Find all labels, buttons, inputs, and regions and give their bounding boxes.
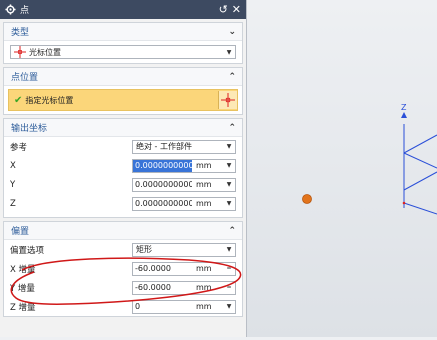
offset-header[interactable]: 偏置 ⌃ (4, 222, 242, 240)
dialog-title: 点 (20, 6, 30, 16)
crosshair-icon (221, 93, 235, 107)
x-value[interactable]: 0.0000000000 (133, 159, 192, 172)
point-marker[interactable] (302, 194, 312, 204)
dropdown-arrow-icon[interactable]: ▼ (223, 181, 235, 188)
z-delta-label: Z 增量 (10, 302, 36, 313)
z-value[interactable]: 0.0000000000 (133, 198, 192, 210)
reference-row: 参考 绝对 - 工作部件 ▼ (4, 137, 242, 156)
offset-section: 偏置 ⌃ 偏置选项 矩形 ▼ X 增量 -60.0000 mm ═ Y 增量 -… (3, 221, 243, 317)
x-unit: mm (196, 161, 212, 170)
axis-z-label: Z (401, 103, 407, 112)
dropdown-arrow-icon[interactable]: ▼ (223, 200, 235, 207)
offset-option-dropdown[interactable]: 矩形 ▼ (132, 242, 236, 257)
y-field[interactable]: 0.0000000000 mm ▼ (132, 177, 236, 192)
type-section-title: 类型 (11, 28, 30, 38)
type-section-header[interactable]: 类型 ⌄ (4, 23, 242, 41)
x-delta-field[interactable]: -60.0000 mm ═ (132, 261, 236, 276)
datum-csys[interactable] (401, 112, 437, 215)
dropdown-arrow-icon: ▼ (226, 246, 232, 253)
point-dialog: 点 ↺ ✕ 类型 ⌄ 光标位置 ▼ 点位置 ⌃ ✔ 指定光标位置 输出坐标 ⌃ … (0, 0, 247, 337)
x-label: X (10, 160, 16, 171)
type-dropdown-value: 光标位置 (29, 47, 61, 57)
cursor-point-icon (14, 46, 26, 58)
dialog-titlebar: 点 ↺ ✕ (0, 0, 246, 19)
x-delta-unit: mm (196, 264, 212, 273)
point-location-title: 点位置 (11, 73, 39, 83)
y-delta-label: Y 增量 (10, 283, 35, 294)
output-coordinates-section: 输出坐标 ⌃ 参考 绝对 - 工作部件 ▼ X 0.0000000000 mm … (3, 118, 243, 218)
x-row: X 0.0000000000 mm ▼ (4, 156, 242, 175)
z-unit: mm (196, 199, 212, 208)
z-label: Z (10, 198, 16, 209)
viewport-canvas: Z (302, 103, 437, 215)
x-delta-row: X 增量 -60.0000 mm ═ (4, 259, 242, 278)
y-delta-unit: mm (196, 283, 212, 292)
output-coordinates-header[interactable]: 输出坐标 ⌃ (4, 119, 242, 137)
dropdown-arrow-icon: ▼ (226, 143, 232, 150)
equals-icon[interactable]: ═ (223, 265, 235, 272)
reference-dropdown[interactable]: 绝对 - 工作部件 ▼ (132, 139, 236, 154)
y-row: Y 0.0000000000 mm ▼ (4, 175, 242, 194)
y-unit: mm (196, 180, 212, 189)
type-dropdown[interactable]: 光标位置 ▼ (10, 45, 236, 59)
graphics-viewport[interactable]: Z (247, 0, 437, 337)
point-location-header[interactable]: 点位置 ⌃ (4, 68, 242, 86)
point-picker-button[interactable] (218, 91, 237, 109)
x-delta-value[interactable]: -60.0000 (133, 263, 192, 275)
chevron-down-icon[interactable]: ⌄ (228, 27, 236, 37)
chevron-up-icon[interactable]: ⌃ (228, 226, 236, 236)
z-delta-row: Z 增量 0 mm ▼ (4, 297, 242, 316)
close-icon[interactable]: ✕ (232, 4, 241, 15)
reset-icon[interactable]: ↺ (219, 4, 228, 15)
output-coordinates-title: 输出坐标 (11, 124, 48, 134)
specify-cursor-location[interactable]: ✔ 指定光标位置 (8, 89, 238, 111)
chevron-up-icon[interactable]: ⌃ (228, 123, 236, 133)
offset-title: 偏置 (11, 227, 30, 237)
offset-option-row: 偏置选项 矩形 ▼ (4, 240, 242, 259)
equals-icon[interactable]: ═ (223, 284, 235, 291)
y-delta-row: Y 增量 -60.0000 mm ═ (4, 278, 242, 297)
x-field[interactable]: 0.0000000000 mm ▼ (132, 158, 236, 173)
chevron-up-icon[interactable]: ⌃ (228, 72, 236, 82)
y-label: Y (10, 179, 16, 190)
gear-icon (5, 4, 16, 15)
z-delta-unit: mm (196, 302, 212, 311)
reference-label: 参考 (10, 142, 28, 153)
z-field[interactable]: 0.0000000000 mm ▼ (132, 196, 236, 211)
specify-cursor-label: 指定光标位置 (25, 95, 74, 105)
z-delta-value[interactable]: 0 (133, 301, 192, 313)
z-row: Z 0.0000000000 mm ▼ (4, 194, 242, 213)
y-delta-field[interactable]: -60.0000 mm ═ (132, 280, 236, 295)
offset-option-value: 矩形 (136, 245, 152, 254)
y-value[interactable]: 0.0000000000 (133, 179, 192, 191)
dropdown-arrow-icon[interactable]: ▼ (223, 303, 235, 310)
type-row: 光标位置 ▼ (4, 41, 242, 63)
reference-value: 绝对 - 工作部件 (136, 142, 192, 151)
offset-option-label: 偏置选项 (10, 245, 45, 256)
dropdown-arrow-icon[interactable]: ▼ (223, 162, 235, 169)
check-icon: ✔ (14, 94, 23, 106)
type-section: 类型 ⌄ 光标位置 ▼ (3, 22, 243, 64)
x-delta-label: X 增量 (10, 264, 36, 275)
z-delta-field[interactable]: 0 mm ▼ (132, 299, 236, 314)
point-location-section: 点位置 ⌃ ✔ 指定光标位置 (3, 67, 243, 115)
dropdown-arrow-icon: ▼ (226, 48, 232, 56)
y-delta-value[interactable]: -60.0000 (133, 282, 192, 294)
